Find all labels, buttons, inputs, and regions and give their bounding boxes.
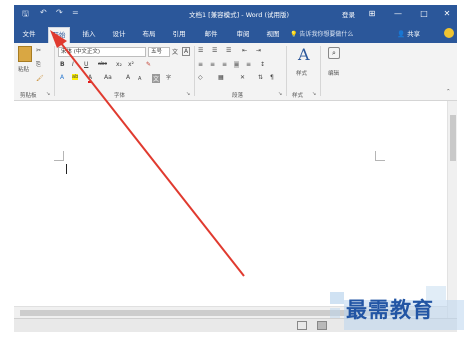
watermark-block bbox=[330, 308, 340, 318]
arrow-shaft bbox=[56, 37, 245, 277]
arrow-head bbox=[50, 30, 67, 48]
watermark-block bbox=[330, 292, 344, 304]
watermark-text: 最需教育 bbox=[346, 297, 434, 322]
watermark-logo: 最需教育 bbox=[330, 286, 466, 336]
